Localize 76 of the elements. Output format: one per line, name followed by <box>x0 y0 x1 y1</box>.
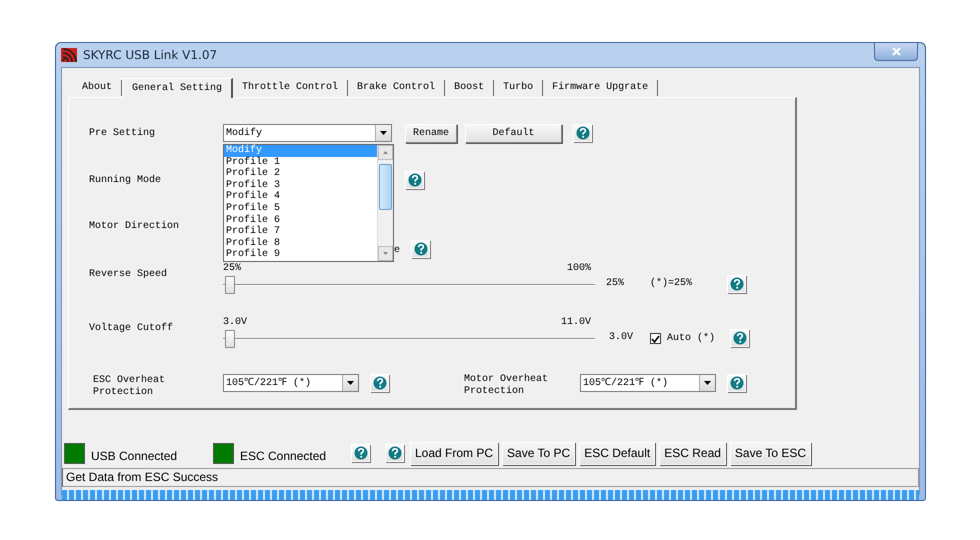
default-button[interactable]: Default <box>465 124 562 142</box>
help-button[interactable] <box>727 275 746 293</box>
combo-value: Modify <box>226 126 262 140</box>
field-label: Motor Direction <box>89 220 180 234</box>
field-label: ESC Overheat Protection <box>93 375 166 399</box>
action-button[interactable]: Load From PC <box>410 442 498 464</box>
rename-button[interactable]: Rename <box>405 124 457 142</box>
status-bar: Get Data from ESC Success <box>62 468 919 487</box>
field-label: Pre Setting <box>89 126 156 140</box>
slider-track[interactable] <box>223 276 595 294</box>
action-button[interactable]: Save To PC <box>502 442 576 464</box>
close-button[interactable] <box>874 43 918 61</box>
check-icon <box>651 334 660 342</box>
dropdown-arrow-icon <box>380 131 387 135</box>
help-icon <box>372 376 386 390</box>
auto-checkbox[interactable] <box>650 333 661 344</box>
slider-max-label: 100% <box>566 262 591 276</box>
label-fragment: e <box>394 244 402 258</box>
indicator-label: USB Connected <box>91 448 178 465</box>
dropdown-option[interactable]: Profile 7 <box>224 226 377 238</box>
dropdown-option[interactable]: Profile 8 <box>224 238 377 250</box>
field-label: Reverse Speed <box>89 268 168 282</box>
scroll-down-icon <box>378 246 393 261</box>
help-icon <box>388 446 402 460</box>
help-icon <box>576 126 590 140</box>
help-icon <box>354 446 368 460</box>
dropdown-arrow-icon <box>347 381 354 385</box>
field-label: Voltage Cutoff <box>89 322 174 336</box>
help-button[interactable] <box>727 374 746 392</box>
combo-value: 105℃/221℉ (*) <box>583 376 668 390</box>
slider-reading: 25% <box>606 277 626 291</box>
action-button[interactable]: ESC Default <box>579 442 656 464</box>
help-button[interactable] <box>370 374 389 392</box>
dropdown-option[interactable]: Profile 3 <box>224 180 377 192</box>
dropdown-option[interactable]: Profile 1 <box>224 156 377 168</box>
scroll-up-icon <box>378 145 393 160</box>
tab[interactable]: General Setting <box>122 78 234 98</box>
overheat-dropdown[interactable]: 105℃/221℉ (*) <box>223 374 359 392</box>
slider-note: (*)=25% <box>650 276 694 291</box>
help-button[interactable] <box>385 444 404 462</box>
field-label: Motor Overheat Protection <box>464 374 550 398</box>
slider-track[interactable] <box>223 330 595 348</box>
indicator-label: ESC Connected <box>240 448 328 465</box>
window-title: SKYRC USB Link V1.07 <box>83 47 218 64</box>
dropdown-option[interactable]: Profile 6 <box>224 214 377 226</box>
slider-thumb[interactable] <box>225 276 235 294</box>
dropdown-arrow-icon <box>704 381 711 385</box>
slider-thumb[interactable] <box>225 330 235 348</box>
slider-min-label: 3.0V <box>223 316 248 330</box>
slider-min-label: 25% <box>223 262 242 276</box>
slider-max-label: 11.0V <box>560 316 591 330</box>
help-icon <box>414 242 428 256</box>
help-icon <box>408 173 422 187</box>
help-icon <box>732 331 746 345</box>
field-label: Running Mode <box>89 174 162 188</box>
dropdown-option[interactable]: Profile 9 <box>224 249 377 261</box>
scrollbar[interactable] <box>377 145 393 261</box>
scroll-thumb[interactable] <box>379 164 392 210</box>
help-button[interactable] <box>405 171 424 189</box>
combo-value: 105℃/221℉ (*) <box>226 376 312 390</box>
checkbox-label: Auto (*) <box>667 332 716 346</box>
app-logo-icon <box>61 48 77 62</box>
dropdown-option[interactable]: Profile 2 <box>224 168 377 180</box>
close-icon <box>892 47 900 56</box>
action-button[interactable]: ESC Read <box>659 442 726 464</box>
help-button[interactable] <box>351 444 370 462</box>
slider-reading: 3.0V <box>609 331 634 345</box>
overheat-dropdown[interactable]: 105℃/221℉ (*) <box>580 374 716 392</box>
action-button[interactable]: Save To ESC <box>730 442 812 464</box>
help-button[interactable] <box>730 329 749 347</box>
dropdown-option[interactable]: Profile 5 <box>224 202 377 215</box>
help-button[interactable] <box>411 240 430 258</box>
dropdown-option[interactable]: Profile 4 <box>224 191 377 203</box>
help-icon <box>730 376 744 390</box>
help-icon <box>730 277 744 291</box>
help-button[interactable] <box>573 124 592 142</box>
